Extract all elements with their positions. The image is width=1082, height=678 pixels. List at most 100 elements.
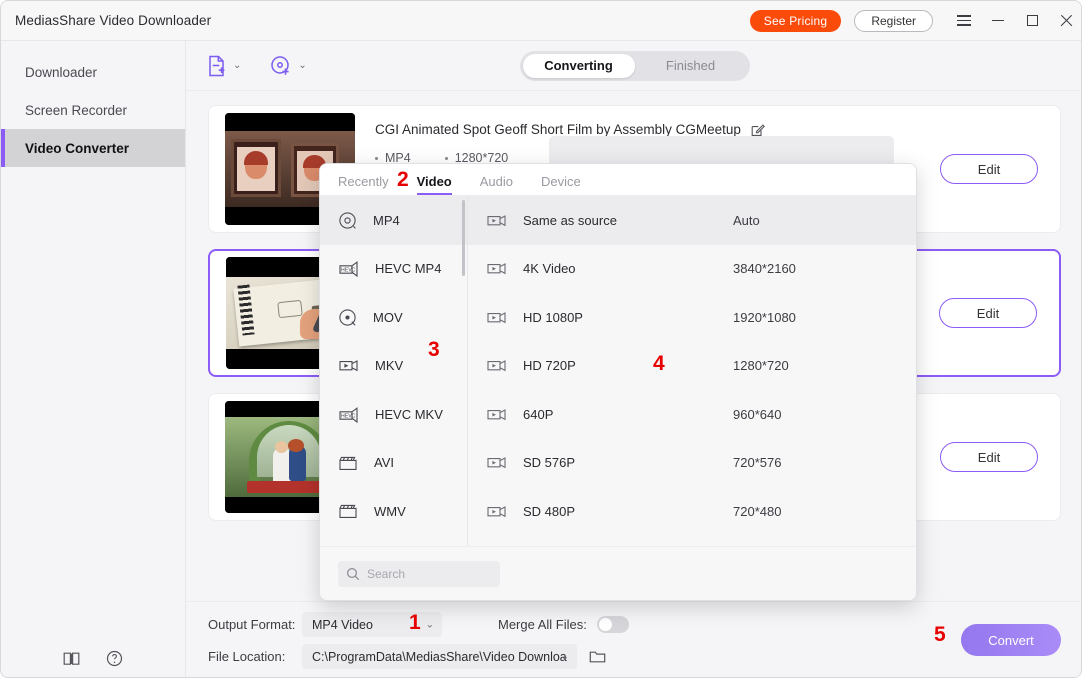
annotation-3: 3 — [428, 338, 440, 362]
annotation-4: 4 — [653, 352, 665, 376]
resolution-item-sd-480p[interactable]: SD 480P 720*480 — [468, 487, 916, 536]
add-file-button[interactable]: ⌄ — [206, 54, 241, 78]
close-button[interactable] — [1049, 1, 1082, 41]
see-pricing-button[interactable]: See Pricing — [750, 10, 842, 32]
video-camera-icon — [486, 356, 507, 375]
tab-converting[interactable]: Converting — [523, 54, 635, 78]
format-item-label: MOV — [373, 310, 403, 325]
video-camera-icon — [486, 308, 507, 327]
file-location-label: File Location: — [208, 649, 302, 664]
format-item-hevc-mp4[interactable]: HEVC HEVC MP4 — [320, 245, 467, 294]
tab-recently[interactable]: Recently — [338, 174, 389, 195]
edit-button[interactable]: Edit — [940, 154, 1038, 184]
card-format-selector[interactable] — [549, 136, 894, 166]
minimize-icon — [992, 20, 1004, 21]
resolution-item-dimensions: 3840*2160 — [733, 261, 796, 276]
edit-button[interactable]: Edit — [940, 442, 1038, 472]
popup-footer — [320, 546, 916, 601]
svg-text:HEVC: HEVC — [341, 268, 356, 274]
resolution-item-dimensions: 720*576 — [733, 455, 781, 470]
bottom-bar: Output Format: MP4 Video ⌄ Merge All Fil… — [186, 601, 1082, 678]
sidebar-item-downloader[interactable]: Downloader — [1, 53, 185, 91]
hevc-icon: HEVC — [338, 405, 359, 424]
format-item-label: WMV — [374, 504, 406, 519]
output-format-label: Output Format: — [208, 617, 302, 632]
resolution-item-dimensions: 1280*720 — [733, 358, 789, 373]
resolution-item-dimensions: 1920*1080 — [733, 310, 796, 325]
menu-button[interactable] — [947, 1, 981, 41]
format-item-label: HEVC MP4 — [375, 261, 441, 276]
tab-video[interactable]: Video — [417, 174, 452, 195]
resolution-item-hd-1080p[interactable]: HD 1080P 1920*1080 — [468, 293, 916, 342]
format-item-label: HEVC MKV — [375, 407, 443, 422]
title-bar: MediasShare Video Downloader See Pricing… — [1, 1, 1082, 41]
resolution-item-hd-720p[interactable]: HD 720P 1280*720 — [468, 342, 916, 391]
tab-finished[interactable]: Finished — [635, 54, 747, 78]
sidebar-item-label: Screen Recorder — [25, 103, 127, 118]
resolution-item-640p[interactable]: 640P 960*640 — [468, 390, 916, 439]
maximize-icon — [1027, 15, 1038, 26]
maximize-button[interactable] — [1015, 1, 1049, 41]
hamburger-icon — [957, 15, 971, 25]
sidebar-item-video-converter[interactable]: Video Converter — [1, 129, 185, 167]
file-location-select[interactable]: C:\ProgramData\MediasShare\Video Downloa… — [302, 644, 577, 669]
svg-text:HEVC: HEVC — [341, 413, 356, 419]
search-box[interactable] — [338, 561, 500, 587]
annotation-2: 2 — [397, 168, 409, 192]
resolution-item-same-as-source[interactable]: Same as source Auto — [468, 196, 916, 245]
help-circle-icon[interactable] — [106, 650, 123, 667]
resolution-item-label: SD 576P — [523, 455, 733, 470]
format-item-avi[interactable]: AVI — [320, 439, 467, 488]
format-list-scrollbar[interactable] — [462, 200, 466, 276]
annotation-5: 5 — [934, 623, 946, 647]
folder-icon[interactable] — [589, 649, 606, 664]
minimize-button[interactable] — [981, 1, 1015, 41]
resolution-item-label: HD 720P — [523, 358, 733, 373]
application-window: MediasShare Video Downloader See Pricing… — [0, 0, 1082, 678]
video-camera-icon — [486, 211, 507, 230]
sidebar-item-screen-recorder[interactable]: Screen Recorder — [1, 91, 185, 129]
sidebar-item-label: Downloader — [25, 65, 97, 80]
chevron-down-icon: ⌄ — [426, 619, 434, 630]
convert-button[interactable]: Convert — [961, 624, 1061, 656]
format-item-wmv[interactable]: WMV — [320, 487, 467, 536]
format-item-mp4[interactable]: MP4 — [320, 196, 467, 245]
add-file-icon — [206, 54, 228, 78]
resolution-item-label: Same as source — [523, 213, 733, 228]
popup-body: MP4 HEVC HEVC MP4 — [320, 196, 916, 546]
bullet-dot-icon — [375, 157, 378, 160]
rename-pencil-icon[interactable] — [751, 123, 765, 137]
add-disc-icon — [269, 54, 293, 78]
add-disc-button[interactable]: ⌄ — [269, 54, 306, 78]
register-button[interactable]: Register — [854, 10, 933, 32]
video-camera-icon — [486, 502, 507, 521]
video-camera-icon — [486, 405, 507, 424]
video-camera-icon — [486, 453, 507, 472]
resolution-item-4k-video[interactable]: 4K Video 3840*2160 — [468, 245, 916, 294]
bullet-dot-icon — [445, 157, 448, 160]
tab-audio[interactable]: Audio — [480, 174, 513, 195]
file-location-row: File Location: C:\ProgramData\MediasShar… — [208, 644, 606, 669]
output-format-value: MP4 Video — [312, 618, 373, 632]
tab-device[interactable]: Device — [541, 174, 581, 195]
resolution-item-label: 640P — [523, 407, 733, 422]
format-picker-popup: Recently Video Audio Device MP4 — [319, 163, 917, 601]
resolution-item-label: SD 480P — [523, 504, 733, 519]
sidebar-item-label: Video Converter — [25, 141, 129, 156]
search-icon — [346, 567, 360, 581]
manual-book-icon[interactable] — [63, 651, 80, 666]
search-input[interactable] — [367, 567, 487, 581]
popup-tabs: Recently Video Audio Device — [320, 164, 916, 196]
format-item-mov[interactable]: MOV — [320, 293, 467, 342]
merge-all-files-toggle[interactable] — [597, 616, 629, 633]
edit-button[interactable]: Edit — [939, 298, 1037, 328]
card-title-row: CGI Animated Spot Geoff Short Film by As… — [375, 122, 1044, 137]
resolution-item-sd-576p[interactable]: SD 576P 720*576 — [468, 439, 916, 488]
annotation-1: 1 — [409, 611, 421, 635]
chevron-down-icon: ⌄ — [298, 60, 306, 71]
format-item-mkv[interactable]: MKV — [320, 342, 467, 391]
format-item-hevc-mkv[interactable]: HEVC HEVC MKV — [320, 390, 467, 439]
resolution-item-dimensions: 960*640 — [733, 407, 781, 422]
output-format-select[interactable]: MP4 Video ⌄ — [302, 612, 442, 637]
toolbar: ⌄ ⌄ Converting Finished — [186, 41, 1082, 91]
